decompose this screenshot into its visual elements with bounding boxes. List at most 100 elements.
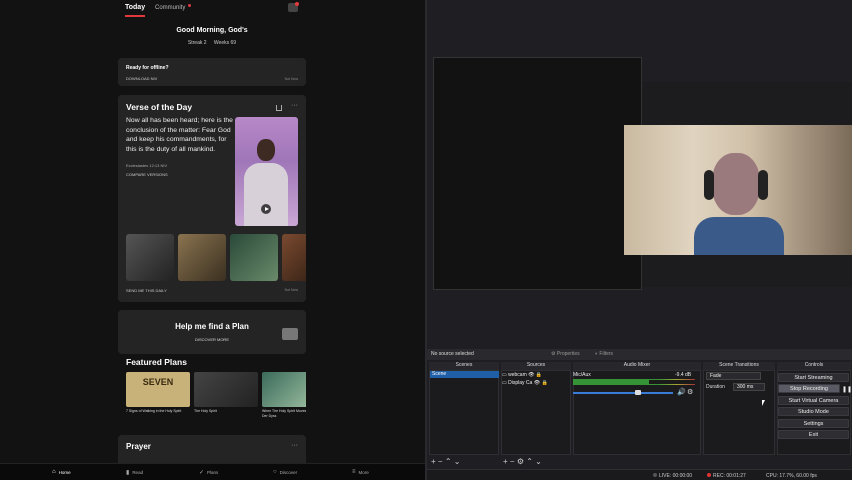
up-icon[interactable]: ⌃: [526, 457, 533, 466]
community-notification-dot: [188, 4, 191, 7]
share-icon[interactable]: [276, 105, 282, 111]
start-streaming-button[interactable]: Start Streaming: [778, 373, 849, 382]
verse-image-thumb[interactable]: [178, 234, 226, 281]
mixer-channel-db: -9.4 dB: [675, 372, 692, 378]
add-icon[interactable]: +: [503, 457, 508, 466]
scenes-dock-header: Scenes: [429, 362, 499, 370]
find-plan-title: Help me find a Plan: [175, 322, 249, 331]
scene-list-item[interactable]: Scene: [430, 371, 499, 378]
down-icon[interactable]: ⌄: [454, 457, 461, 466]
verse-image-thumb[interactable]: [230, 234, 278, 281]
stop-recording-button[interactable]: Stop Recording: [778, 384, 840, 393]
nav-more-label: More: [358, 469, 369, 475]
mouse-cursor: [762, 400, 765, 406]
studio-mode-button[interactable]: Studio Mode: [778, 407, 849, 416]
discover-more-button[interactable]: DISCOVER MORE: [118, 337, 306, 342]
check-icon: ✓: [199, 470, 205, 476]
nav-more[interactable]: ≡ More: [352, 469, 369, 475]
gear-icon[interactable]: ⚙: [517, 457, 524, 466]
lock-icon[interactable]: 🔒: [536, 372, 542, 378]
remove-icon[interactable]: −: [510, 457, 515, 466]
rec-status-text: REC: 00:01:27: [713, 473, 746, 479]
duration-input[interactable]: 300 ms: [733, 383, 765, 391]
add-icon[interactable]: +: [431, 457, 436, 466]
featured-plan-item[interactable]: When The Holy Spirit Moves: Dictée Van D…: [262, 372, 306, 418]
start-virtual-camera-button[interactable]: Start Virtual Camera: [778, 396, 849, 405]
rec-indicator-icon: [707, 473, 711, 477]
obs-window: No source selected ⚙ Properties ◐ Filter…: [427, 0, 852, 480]
offline-not-now-button[interactable]: Not Now: [285, 77, 298, 81]
featured-plan-cover: [262, 372, 306, 407]
pause-icon[interactable]: ❚❚: [842, 386, 852, 393]
source-item[interactable]: ▭ webcam 👁 🔒: [502, 372, 542, 378]
compare-versions-button[interactable]: COMPARE VERSIONS: [126, 172, 168, 177]
audio-level-meter-mask: [648, 380, 695, 384]
streak-stats: Streak 2 Weeks 69: [118, 40, 306, 46]
votd-verse-text: Now all has been heard; here is the conc…: [126, 117, 233, 153]
nav-read[interactable]: ▮ Read: [126, 469, 143, 476]
down-icon[interactable]: ⌄: [535, 457, 542, 466]
preview-display-capture[interactable]: [433, 57, 642, 290]
transition-type-select[interactable]: Fade: [706, 372, 761, 380]
more-options-icon[interactable]: ···: [291, 102, 298, 109]
prayer-more-icon[interactable]: ···: [291, 442, 298, 449]
volume-fader-track[interactable]: [573, 392, 673, 394]
up-icon[interactable]: ⌃: [445, 457, 452, 466]
featured-plans-title: Featured Plans: [126, 357, 187, 367]
tab-today-indicator: [125, 15, 145, 17]
source-item[interactable]: ▭ Display Ca 👁 🔒: [502, 380, 548, 386]
featured-plan-label: When The Holy Spirit Moves: Dictée Van D…: [262, 409, 306, 418]
filters-button[interactable]: ◐ Filters: [595, 351, 613, 357]
nav-discover[interactable]: ○ Discover: [273, 469, 297, 475]
remove-icon[interactable]: −: [438, 457, 443, 466]
play-icon[interactable]: [261, 204, 271, 214]
weeks-count: Weeks 69: [213, 40, 237, 46]
speaker-icon[interactable]: 🔊: [677, 388, 686, 396]
votd-not-now-button[interactable]: Not Now: [285, 288, 298, 292]
webcam-person-face: [712, 153, 760, 215]
preview-webcam[interactable]: [624, 125, 852, 255]
exit-button[interactable]: Exit: [778, 430, 849, 439]
gift-icon[interactable]: [288, 2, 299, 12]
featured-plan-label: 7 Signs of Walking in the Holy Spirit: [126, 409, 182, 413]
find-plan-card[interactable]: Help me find a Plan DISCOVER MORE: [118, 310, 306, 354]
nav-plans-label: Plans: [207, 470, 219, 475]
nav-plans[interactable]: ✓ Plans: [199, 469, 218, 476]
sources-dock-header: Sources: [501, 362, 571, 370]
verse-image-row: [126, 234, 306, 281]
scenes-dock: [429, 370, 499, 455]
eye-icon[interactable]: 👁: [528, 372, 534, 378]
verse-image-thumb[interactable]: [282, 234, 306, 281]
volume-fader-knob[interactable]: [635, 390, 641, 395]
live-status: LIVE: 00:00:00: [653, 473, 692, 479]
tab-today[interactable]: Today: [125, 4, 145, 11]
mixer-settings-icon[interactable]: ⚙: [687, 388, 693, 396]
nav-discover-label: Discover: [279, 469, 298, 475]
mixer-channel-name: Mic/Aux: [573, 372, 591, 378]
search-icon: ○: [273, 469, 277, 475]
tab-community[interactable]: Community: [155, 5, 185, 11]
duration-label: Duration: [706, 384, 725, 390]
send-daily-button[interactable]: SEND ME THIS DAILY: [126, 288, 167, 293]
scenes-toolbar: + − ⌃ ⌄: [431, 457, 460, 466]
headset-left: [704, 170, 714, 200]
featured-plan-cover: SEVEN: [126, 372, 190, 407]
eye-icon[interactable]: 👁: [534, 380, 540, 386]
nav-read-label: Read: [132, 470, 144, 475]
featured-plan-item[interactable]: The Holy Spirit: [194, 372, 258, 414]
verse-image-thumb[interactable]: [126, 234, 174, 281]
home-icon: ⌂: [52, 469, 56, 475]
settings-button[interactable]: Settings: [778, 419, 849, 428]
nav-home[interactable]: ⌂ Home: [52, 469, 71, 475]
lock-icon[interactable]: 🔒: [541, 380, 547, 386]
featured-plan-label: The Holy Spirit: [194, 409, 217, 413]
properties-button[interactable]: ⚙ Properties: [551, 351, 580, 357]
filters-label: Filters: [599, 351, 614, 357]
download-niv-button[interactable]: DOWNLOAD NIV: [126, 76, 157, 81]
video-person-head: [257, 139, 275, 161]
featured-plan-item[interactable]: SEVEN 7 Signs of Walking in the Holy Spi…: [126, 372, 190, 414]
offline-title: Ready for offline?: [126, 65, 169, 71]
votd-video-thumbnail[interactable]: [235, 117, 298, 226]
sources-toolbar: + − ⚙ ⌃ ⌄: [503, 457, 542, 466]
controls-dock-header: Controls: [777, 362, 851, 370]
